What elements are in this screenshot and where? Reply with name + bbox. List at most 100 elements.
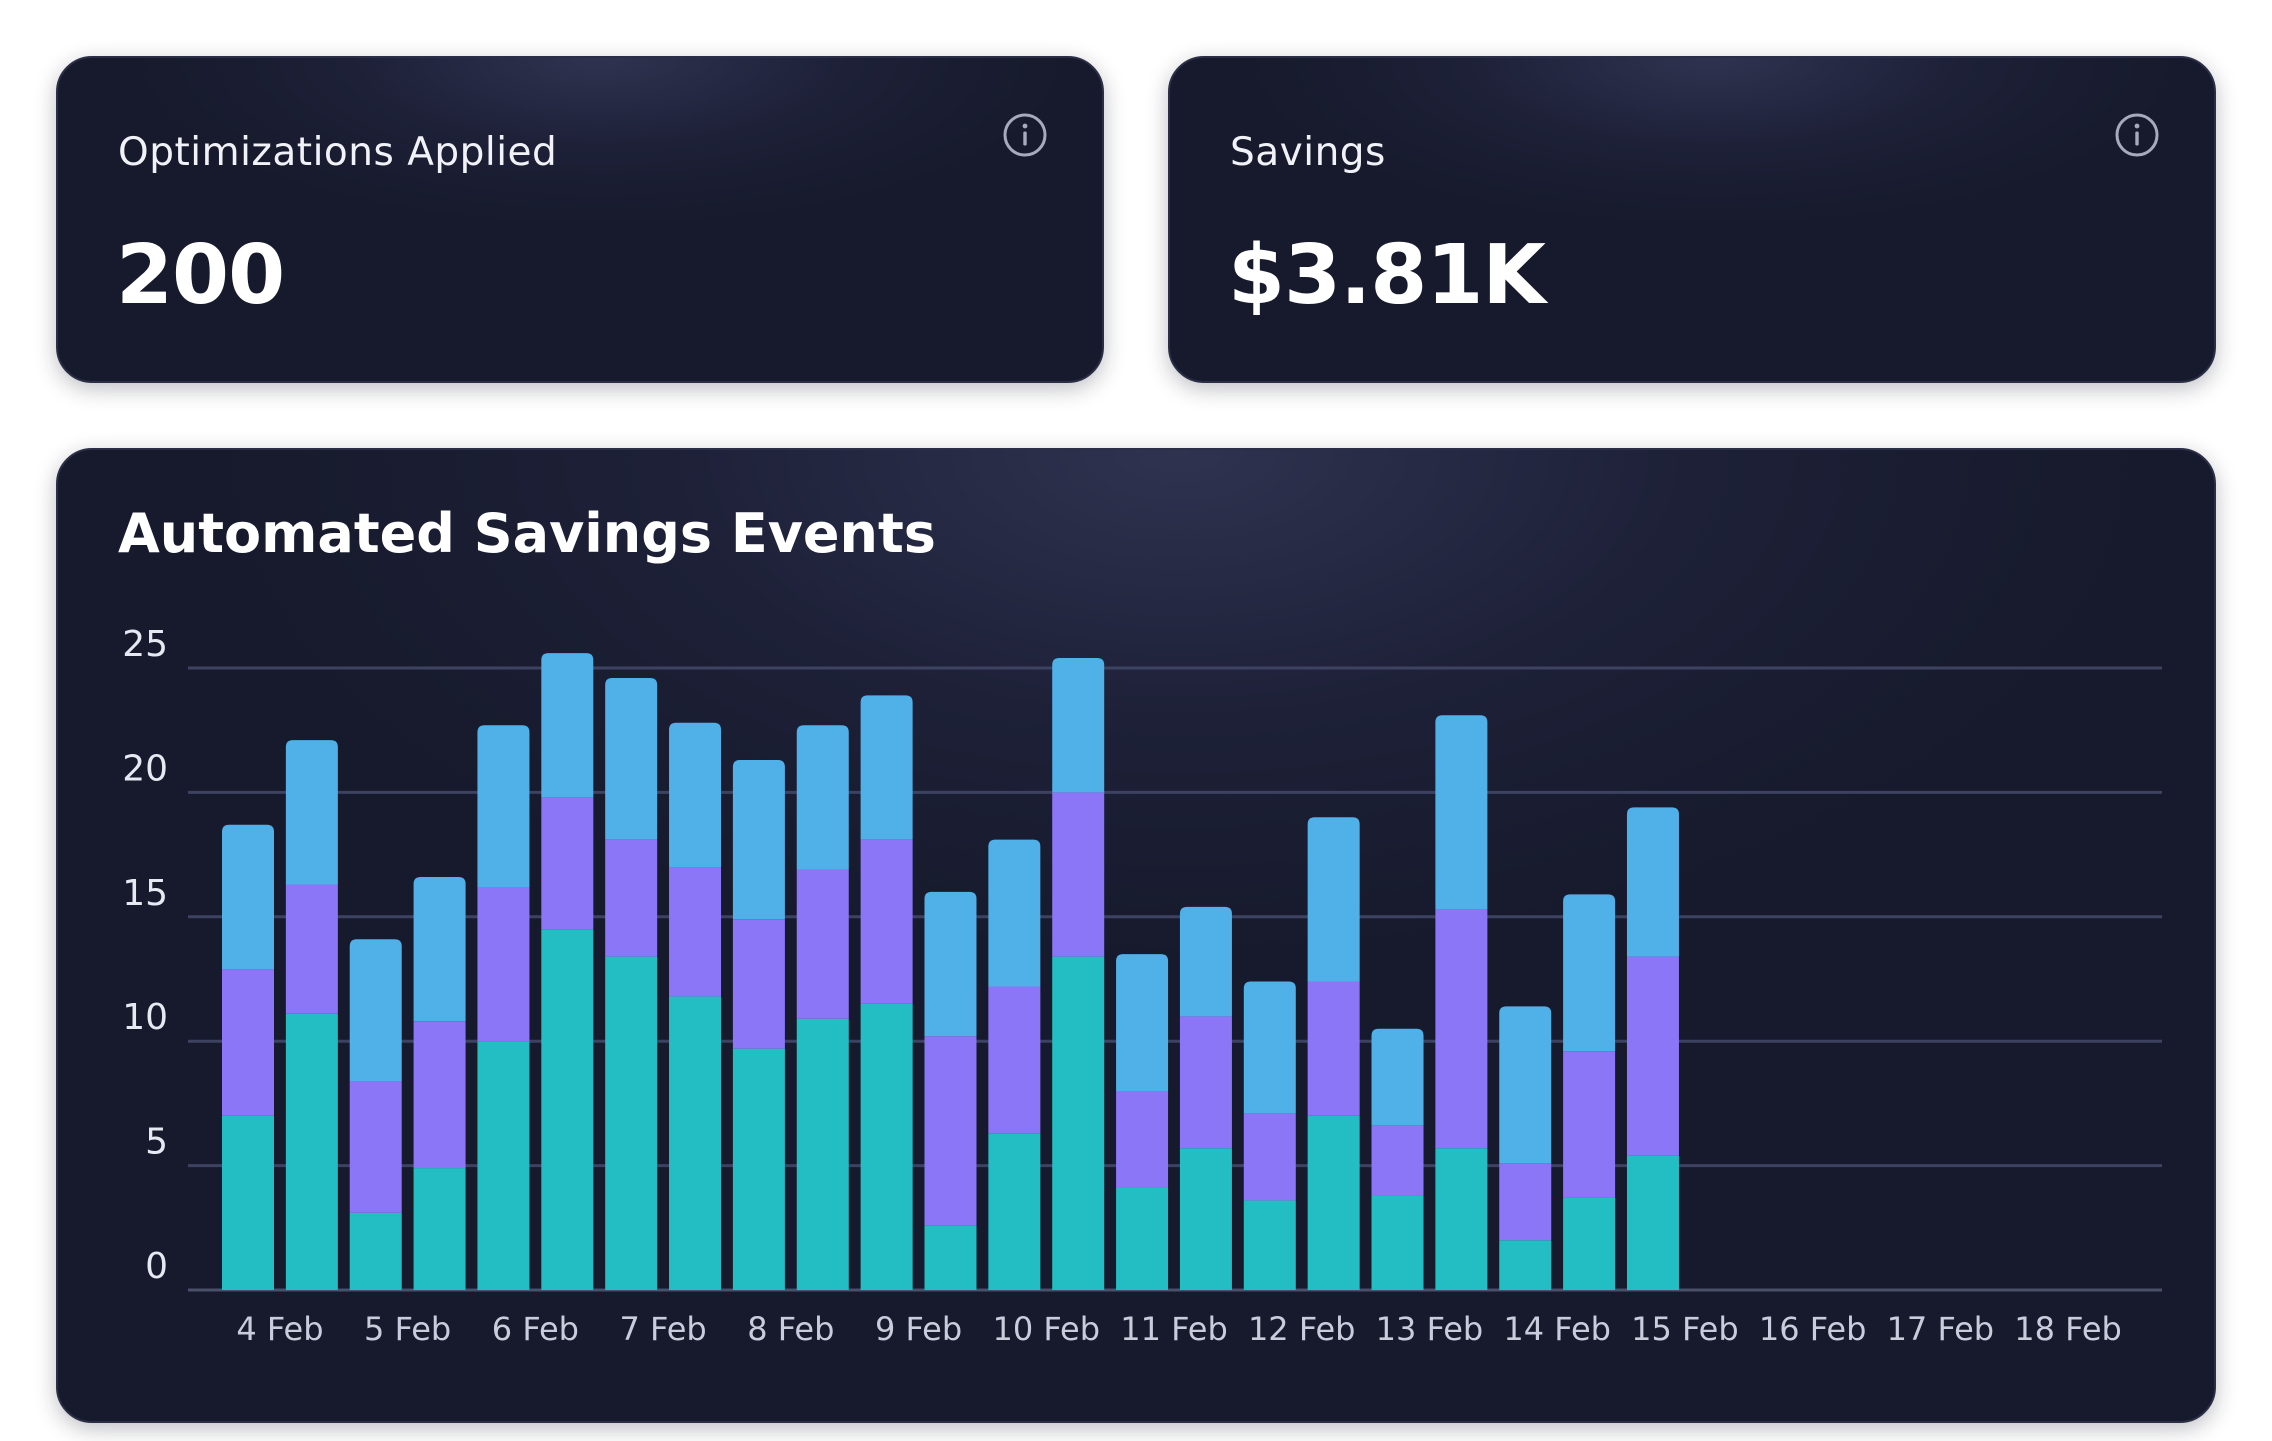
bar-segment <box>1626 1155 1679 1290</box>
bar-segment <box>1307 981 1360 1116</box>
info-icon[interactable] <box>1002 112 1048 158</box>
bar-segment <box>796 1018 849 1290</box>
bar-segment <box>1435 715 1488 910</box>
bar-segment <box>413 1021 466 1169</box>
bar-segment <box>605 956 658 1290</box>
bar-segment <box>605 839 658 957</box>
x-tick-label: 10 Feb <box>993 1310 1101 1348</box>
bar-segment <box>349 1081 402 1213</box>
bar-segment <box>541 929 594 1290</box>
x-tick-label: 8 Feb <box>747 1310 834 1348</box>
bar-segment <box>1563 1197 1616 1290</box>
bar-segment <box>349 939 402 1082</box>
bar-segment <box>669 867 722 997</box>
bar-segment <box>1499 1240 1552 1290</box>
bar-segment <box>1626 956 1679 1156</box>
bar-segment <box>1435 1148 1488 1290</box>
bar-segment <box>1052 792 1105 957</box>
x-tick-label: 12 Feb <box>1248 1310 1356 1348</box>
x-tick-label: 18 Feb <box>2014 1310 2122 1348</box>
optimizations-applied-label: Optimizations Applied <box>118 130 558 175</box>
x-tick-label: 5 Feb <box>364 1310 451 1348</box>
y-tick-label: 25 <box>122 624 168 665</box>
bar-segment <box>732 1048 785 1290</box>
bar-segment <box>1052 658 1105 793</box>
bar-segment <box>413 1168 466 1290</box>
bar-segment <box>1179 1148 1232 1290</box>
x-tick-label: 17 Feb <box>1887 1310 1995 1348</box>
bar-segment <box>732 760 785 920</box>
bar-segment <box>1499 1163 1552 1241</box>
bar-segment <box>1371 1125 1424 1196</box>
savings-card: Savings $3.81K <box>1168 56 2216 383</box>
bar-segment <box>796 725 849 870</box>
bar-segment <box>285 740 338 885</box>
bar-segment <box>1116 1090 1169 1188</box>
bar-segment <box>924 1036 977 1226</box>
bar-segment <box>1307 1115 1360 1290</box>
y-tick-label: 5 <box>145 1122 168 1163</box>
bar-segment <box>1307 817 1360 982</box>
bar-segment <box>1563 894 1616 1052</box>
bar-segment <box>1243 981 1296 1114</box>
bar-segment <box>860 1003 913 1290</box>
bar-segment <box>1499 1006 1552 1164</box>
bar-segment <box>860 839 913 1004</box>
x-tick-label: 13 Feb <box>1376 1310 1484 1348</box>
stacked-bar-chart: 0 5 10 15 20 25 4 Feb 5 Feb 6 Feb 7 Feb 8 Feb 9 Feb… <box>122 624 2162 1348</box>
bar-segment <box>222 969 274 1116</box>
savings-label: Savings <box>1230 130 1386 175</box>
y-tick-label: 0 <box>145 1246 168 1287</box>
x-tick-label: 9 Feb <box>875 1310 962 1348</box>
bar-segment <box>1435 909 1488 1149</box>
bar-segment <box>477 1041 530 1290</box>
bar-segment <box>988 986 1041 1134</box>
info-icon[interactable] <box>2114 112 2160 158</box>
bar-segment <box>1116 1187 1169 1290</box>
y-tick-label: 10 <box>122 997 168 1038</box>
optimizations-applied-card: Optimizations Applied 200 <box>56 56 1104 383</box>
bar-segment <box>796 869 849 1019</box>
bar-segment <box>1371 1028 1424 1126</box>
bar-segment <box>988 1133 1041 1290</box>
bar-segment <box>1563 1051 1616 1198</box>
bar-segment <box>605 677 658 840</box>
bar-segment <box>477 725 530 887</box>
x-tick-label: 4 Feb <box>236 1310 323 1348</box>
bar-segment <box>669 996 722 1290</box>
bar-segment <box>349 1212 402 1290</box>
bar-segment <box>222 1115 274 1290</box>
x-tick-label: 16 Feb <box>1759 1310 1867 1348</box>
bar-segment <box>860 695 913 840</box>
bar-segment <box>541 797 594 930</box>
x-tick-label: 14 Feb <box>1503 1310 1611 1348</box>
bar-segment <box>1179 906 1232 1017</box>
x-tick-label: 7 Feb <box>620 1310 707 1348</box>
bar-segment <box>1179 1016 1232 1149</box>
bar-segment <box>222 824 274 970</box>
bar-segment <box>1626 807 1679 957</box>
y-tick-label: 15 <box>122 873 168 914</box>
bar-segment <box>285 1013 338 1290</box>
x-tick-label: 15 Feb <box>1631 1310 1739 1348</box>
bar-segment <box>1371 1195 1424 1290</box>
bar-segment <box>413 876 466 1022</box>
bar-segment <box>988 839 1041 987</box>
bar-segment <box>477 886 530 1042</box>
x-tick-label: 6 Feb <box>492 1310 579 1348</box>
bar-segment <box>541 653 594 798</box>
bar-segment <box>669 722 722 868</box>
bar-segment <box>732 919 785 1049</box>
optimizations-applied-value: 200 <box>116 228 285 323</box>
bar-segment <box>924 1225 977 1290</box>
bar-segment <box>285 884 338 1014</box>
automated-savings-events-card: Automated Savings Events 0 5 10 15 20 25 4 Feb… <box>56 448 2216 1423</box>
bar-segment <box>1116 954 1169 1091</box>
bar-segment <box>1243 1200 1296 1290</box>
savings-value: $3.81K <box>1228 228 1546 323</box>
x-tick-label: 11 Feb <box>1120 1310 1228 1348</box>
bar-segment <box>1243 1113 1296 1201</box>
y-tick-label: 20 <box>122 748 168 789</box>
bar-segment <box>924 891 977 1037</box>
bar-segment <box>1052 956 1105 1290</box>
